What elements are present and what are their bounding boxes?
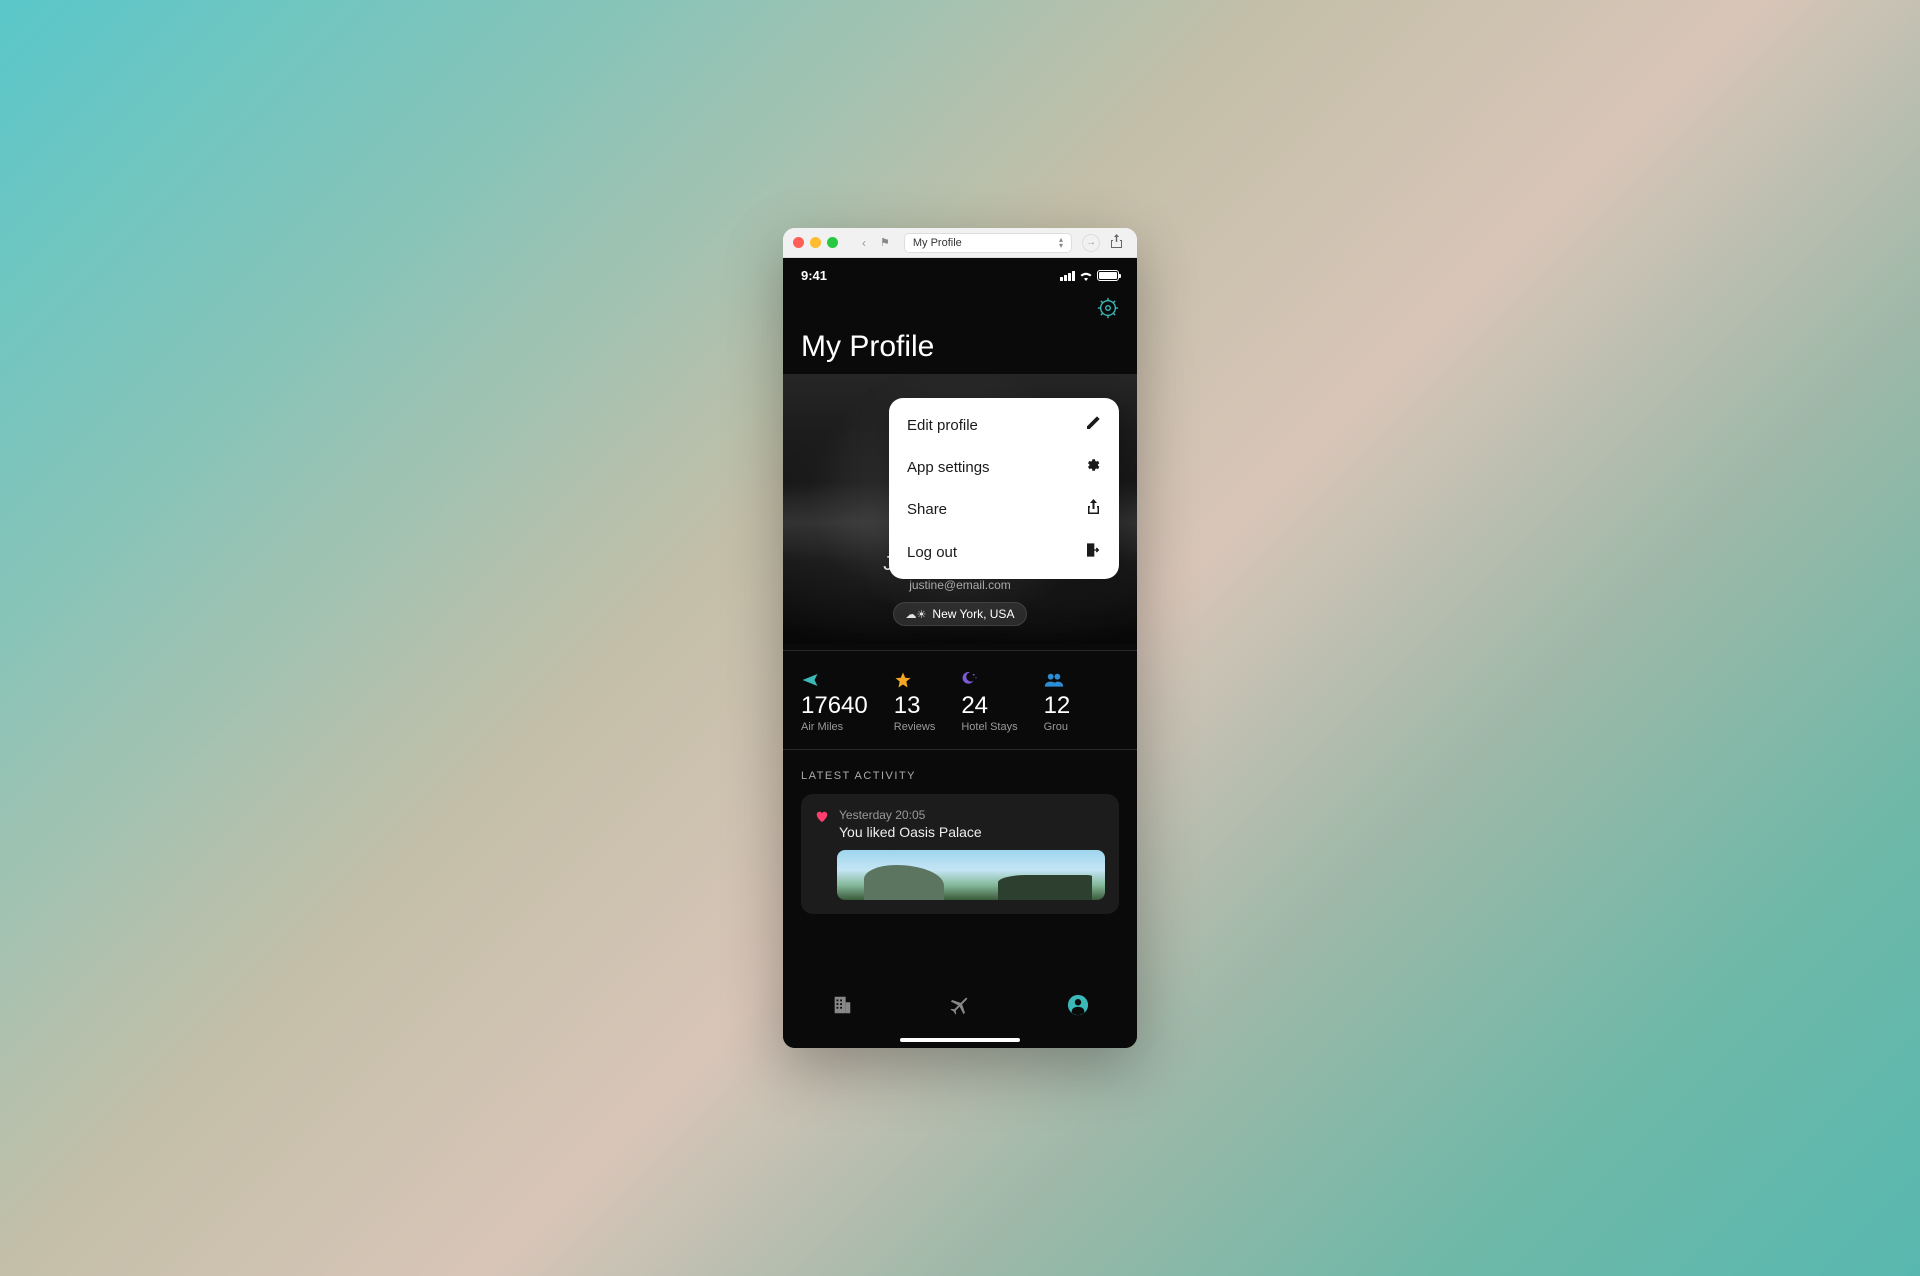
stat-groups[interactable]: 12 Grou (1044, 671, 1071, 733)
select-arrows-icon: ▴▾ (1059, 237, 1063, 249)
screen-select-label: My Profile (913, 237, 962, 249)
menu-label: App settings (907, 459, 990, 476)
flag-icon: ⚑ (876, 236, 894, 249)
star-icon (894, 671, 936, 689)
stat-value: 12 (1044, 693, 1071, 719)
heart-icon (815, 810, 829, 840)
activity-time: Yesterday 20:05 (839, 808, 982, 822)
stat-label: Grou (1044, 721, 1071, 733)
logout-icon (1085, 542, 1101, 562)
settings-gear-button[interactable] (1097, 297, 1119, 324)
titlebar-share-icon[interactable] (1106, 234, 1127, 252)
section-label-activity: LATEST ACTIVITY (783, 750, 1137, 794)
page-title: My Profile (783, 324, 1137, 374)
plane-icon (801, 671, 868, 689)
simulator-window: ‹ ⚑ My Profile ▴▾ → 9:41 (783, 228, 1137, 1048)
home-indicator[interactable] (900, 1038, 1020, 1042)
group-icon (1044, 671, 1071, 689)
pencil-icon (1085, 415, 1101, 435)
share-icon (1086, 499, 1101, 520)
stats-row: 17640 Air Miles 13 Reviews 24 Hotel Stay… (783, 650, 1137, 750)
gear-icon (1085, 457, 1101, 477)
signal-icon (1060, 271, 1075, 281)
menu-edit-profile[interactable]: Edit profile (889, 404, 1119, 446)
location-chip[interactable]: ☁︎☀︎ New York, USA (893, 602, 1028, 626)
phone-screen: 9:41 My Profile Justine Robinson justine… (783, 258, 1137, 1048)
stat-label: Air Miles (801, 721, 868, 733)
back-nav-button[interactable]: ‹ (858, 236, 870, 250)
close-window-button[interactable] (793, 237, 804, 248)
menu-share[interactable]: Share (889, 488, 1119, 531)
zoom-window-button[interactable] (827, 237, 838, 248)
wifi-icon (1079, 270, 1093, 281)
tab-hotels[interactable] (831, 994, 853, 1021)
stat-label: Hotel Stays (961, 721, 1017, 733)
stat-value: 17640 (801, 693, 868, 719)
minimize-window-button[interactable] (810, 237, 821, 248)
menu-label: Edit profile (907, 417, 978, 434)
stat-hotel-stays[interactable]: 24 Hotel Stays (961, 671, 1017, 733)
forward-nav-button[interactable]: → (1082, 234, 1100, 252)
stat-label: Reviews (894, 721, 936, 733)
menu-label: Log out (907, 544, 957, 561)
mac-titlebar: ‹ ⚑ My Profile ▴▾ → (783, 228, 1137, 258)
stat-reviews[interactable]: 13 Reviews (894, 671, 936, 733)
menu-label: Share (907, 501, 947, 518)
activity-card[interactable]: Yesterday 20:05 You liked Oasis Palace (801, 794, 1119, 914)
location-text: New York, USA (932, 607, 1014, 621)
tab-flights[interactable] (948, 993, 972, 1022)
weather-icon: ☁︎☀︎ (906, 608, 927, 621)
tab-bar (783, 980, 1137, 1048)
battery-icon (1097, 270, 1119, 281)
settings-popover: Edit profile App settings Share Log out (889, 398, 1119, 579)
user-email: justine@email.com (909, 578, 1011, 592)
tab-profile[interactable] (1067, 994, 1089, 1021)
stat-value: 24 (961, 693, 1017, 719)
menu-logout[interactable]: Log out (889, 531, 1119, 573)
status-time: 9:41 (801, 268, 827, 283)
stat-air-miles[interactable]: 17640 Air Miles (801, 671, 868, 733)
screen-select[interactable]: My Profile ▴▾ (904, 233, 1072, 253)
status-bar: 9:41 (783, 258, 1137, 289)
activity-text: You liked Oasis Palace (839, 824, 982, 840)
menu-app-settings[interactable]: App settings (889, 446, 1119, 488)
stat-value: 13 (894, 693, 936, 719)
activity-image (837, 850, 1105, 900)
moon-icon (961, 671, 1017, 689)
